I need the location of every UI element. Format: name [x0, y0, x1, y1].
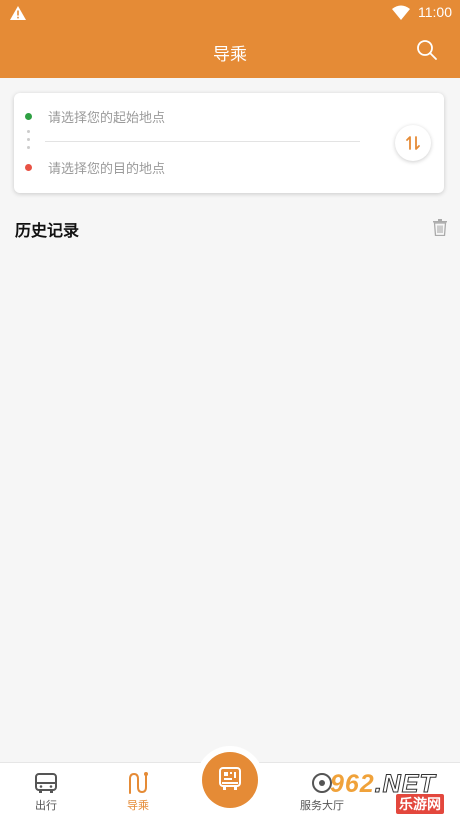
qr-ride-button[interactable] [202, 752, 258, 808]
swap-button[interactable] [395, 125, 431, 161]
tab-travel-label: 出行 [35, 799, 57, 812]
app-bar: 导乘 [0, 26, 460, 78]
start-dot-icon [25, 113, 32, 120]
swap-icon [406, 136, 420, 150]
warning-icon [10, 6, 26, 20]
watermark-brand: 962 [330, 770, 375, 798]
bus-icon [35, 773, 57, 793]
trash-icon[interactable] [432, 219, 448, 236]
tab-guide-label: 导乘 [127, 799, 149, 812]
tab-guide[interactable]: 导乘 [98, 763, 178, 819]
connector-dots [27, 130, 30, 156]
qr-code-bus-icon [219, 767, 241, 790]
page-title: 导乘 [213, 45, 247, 65]
destination-field[interactable]: 请选择您的目的地点 [48, 158, 358, 184]
route-card: 请选择您的起始地点 请选择您的目的地点 [14, 93, 444, 193]
divider [45, 141, 360, 142]
history-title: 历史记录 [15, 221, 80, 240]
watermark-site: 乐游网 [396, 794, 444, 814]
status-time: 11:00 [418, 4, 452, 20]
end-dot-icon [25, 164, 32, 171]
start-location-field[interactable]: 请选择您的起始地点 [48, 107, 358, 133]
watermark-logo: 962.NET 乐游网 [322, 770, 458, 814]
route-icon [129, 772, 148, 794]
search-icon[interactable] [416, 39, 438, 61]
status-bar: 11:00 [0, 0, 460, 26]
wifi-icon [392, 5, 410, 20]
tab-travel[interactable]: 出行 [6, 763, 86, 819]
